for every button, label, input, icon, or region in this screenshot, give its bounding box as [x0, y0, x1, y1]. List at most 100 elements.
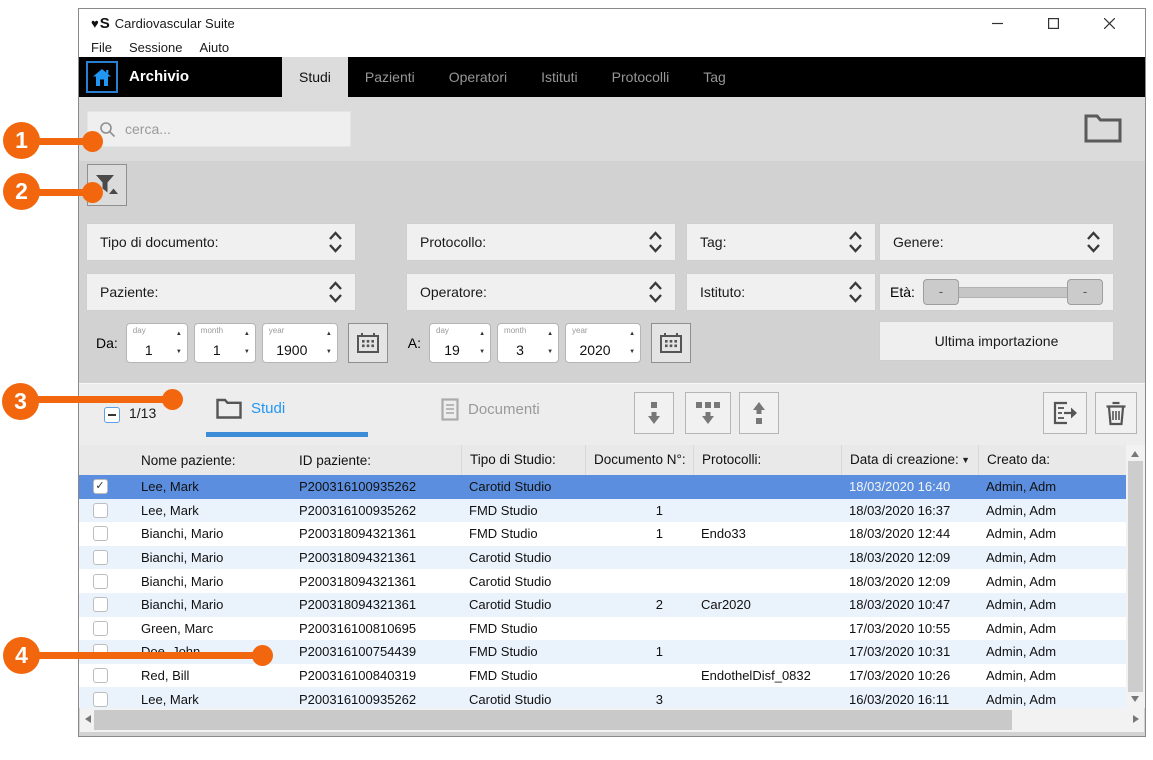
- horizontal-scrollbar[interactable]: [80, 708, 1144, 732]
- upload-button[interactable]: [739, 392, 779, 434]
- to-calendar-button[interactable]: [651, 323, 691, 363]
- download-all-button[interactable]: [685, 392, 731, 434]
- menu-file[interactable]: File: [91, 40, 112, 55]
- cell-creato-da: Admin, Adm: [978, 692, 1128, 707]
- spinner-arrows-icon[interactable]: ▲▼: [547, 331, 553, 355]
- tab-tag[interactable]: Tag: [686, 57, 743, 97]
- tab-istituti[interactable]: Istituti: [524, 57, 595, 97]
- tab-protocolli[interactable]: Protocolli: [595, 57, 687, 97]
- close-button[interactable]: [1081, 9, 1137, 37]
- col-data-di-creazione[interactable]: Data di creazione: ▼: [841, 445, 978, 475]
- to-month-spinner[interactable]: month 3 ▲▼: [497, 323, 559, 363]
- to-day-spinner[interactable]: day 19 ▲▼: [429, 323, 491, 363]
- last-import-button[interactable]: Ultima importazione: [879, 321, 1114, 361]
- filter-genere[interactable]: Genere:: [879, 223, 1114, 261]
- scroll-down-icon[interactable]: [1131, 696, 1139, 702]
- tab-studi-list[interactable]: Studi: [216, 398, 285, 419]
- spinner-arrows-icon[interactable]: ▲▼: [629, 331, 635, 355]
- table-row[interactable]: Lee, Mark P200316100935262 Carotid Studi…: [79, 687, 1128, 708]
- table-row[interactable]: Green, Marc P200316100810695 FMD Studio …: [79, 617, 1128, 641]
- age-max-handle[interactable]: -: [1067, 279, 1103, 305]
- from-day-spinner[interactable]: day 1 ▲▼: [126, 323, 188, 363]
- vertical-scrollbar[interactable]: [1126, 445, 1145, 708]
- row-checkbox[interactable]: [93, 692, 108, 707]
- cell-documento-n: 2: [585, 597, 693, 612]
- cell-protocolli: Endo33: [693, 526, 841, 541]
- col-creato-da[interactable]: Creato da:: [978, 445, 1128, 475]
- table-row[interactable]: Red, Bill P200316100840319 FMD Studio En…: [79, 664, 1128, 688]
- vertical-scroll-thumb[interactable]: [1128, 461, 1143, 692]
- menu-sessione[interactable]: Sessione: [129, 40, 182, 55]
- tab-operatori[interactable]: Operatori: [432, 57, 524, 97]
- callout-4-dot: [252, 645, 273, 666]
- age-slider-track[interactable]: [956, 287, 1070, 298]
- table-row[interactable]: ✓ Lee, Mark P200316100935262 Carotid Stu…: [79, 475, 1128, 499]
- from-year-spinner[interactable]: year 1900 ▲▼: [262, 323, 338, 363]
- scroll-up-icon[interactable]: [1131, 451, 1139, 457]
- spinner-arrows-icon[interactable]: ▲▼: [176, 331, 182, 355]
- filter-protocollo[interactable]: Protocollo:: [406, 223, 676, 261]
- minimize-button[interactable]: [969, 9, 1025, 37]
- table-row[interactable]: Bianchi, Mario P200318094321361 FMD Stud…: [79, 522, 1128, 546]
- row-checkbox[interactable]: [93, 597, 108, 612]
- search-band: [79, 97, 1145, 161]
- chevron-up-down-icon: [848, 281, 863, 303]
- chevron-up-down-icon: [1086, 231, 1101, 253]
- tab-pazienti[interactable]: Pazienti: [348, 57, 432, 97]
- row-checkbox[interactable]: [93, 526, 108, 541]
- row-checkbox[interactable]: [93, 574, 108, 589]
- filter-operatore[interactable]: Operatore:: [406, 273, 676, 311]
- maximize-button[interactable]: [1025, 9, 1081, 37]
- col-documento-n[interactable]: Documento N°:: [585, 445, 693, 475]
- spinner-arrows-icon[interactable]: ▲▼: [326, 331, 332, 355]
- folder-icon: [1084, 113, 1122, 144]
- search-box[interactable]: [87, 111, 351, 147]
- archive-folder-button[interactable]: [1083, 111, 1123, 145]
- cell-tipo-di-studio: FMD Studio: [461, 644, 585, 659]
- row-checkbox[interactable]: [93, 621, 108, 636]
- row-checkbox-cell: [79, 574, 121, 589]
- cell-data-di-creazione: 17/03/2020 10:31: [841, 644, 978, 659]
- cell-documento-n: 3: [585, 692, 693, 707]
- age-min-handle[interactable]: -: [923, 279, 959, 305]
- filter-label: Paziente:: [100, 284, 158, 300]
- col-nome-paziente[interactable]: Nome paziente:: [121, 453, 291, 468]
- export-button[interactable]: [1043, 392, 1087, 434]
- table-row[interactable]: Bianchi, Mario P200318094321361 Carotid …: [79, 546, 1128, 570]
- select-all-checkbox[interactable]: [104, 407, 120, 423]
- table-row[interactable]: Bianchi, Mario P200318094321361 Carotid …: [79, 569, 1128, 593]
- row-checkbox[interactable]: [93, 550, 108, 565]
- horizontal-scroll-thumb[interactable]: [94, 710, 1012, 730]
- from-calendar-button[interactable]: [348, 323, 388, 363]
- tab-documenti-list[interactable]: Documenti: [441, 398, 540, 421]
- from-month-spinner[interactable]: month 1 ▲▼: [194, 323, 256, 363]
- col-id-paziente[interactable]: ID paziente:: [291, 453, 461, 468]
- scroll-right-icon[interactable]: [1133, 715, 1139, 723]
- scroll-left-icon[interactable]: [85, 715, 91, 723]
- search-input[interactable]: [125, 121, 305, 137]
- table-row[interactable]: Lee, Mark P200316100935262 FMD Studio 1 …: [79, 499, 1128, 523]
- menu-aiuto[interactable]: Aiuto: [199, 40, 229, 55]
- table-row[interactable]: Bianchi, Mario P200318094321361 Carotid …: [79, 593, 1128, 617]
- download-selected-button[interactable]: [634, 392, 674, 434]
- filter-paziente[interactable]: Paziente:: [86, 273, 356, 311]
- tab-studi[interactable]: Studi: [282, 57, 348, 97]
- to-year-spinner[interactable]: year 2020 ▲▼: [565, 323, 641, 363]
- spinner-arrows-icon[interactable]: ▲▼: [479, 331, 485, 355]
- row-checkbox[interactable]: ✓: [93, 479, 108, 494]
- col-protocolli[interactable]: Protocolli:: [693, 445, 841, 475]
- age-range-slider: - -: [923, 279, 1103, 305]
- col-tipo-di-studio[interactable]: Tipo di Studio:: [461, 445, 585, 475]
- spinner-arrows-icon[interactable]: ▲▼: [244, 331, 250, 355]
- filter-eta: Età: - -: [879, 273, 1114, 311]
- filter-tipo-di-documento[interactable]: Tipo di documento:: [86, 223, 356, 261]
- cell-nome-paziente: Green, Marc: [121, 621, 291, 636]
- filter-istituto[interactable]: Istituto:: [686, 273, 876, 311]
- home-button[interactable]: [86, 61, 118, 93]
- row-checkbox[interactable]: [93, 668, 108, 683]
- row-checkbox[interactable]: [93, 503, 108, 518]
- filter-tag[interactable]: Tag:: [686, 223, 876, 261]
- cell-id-paziente: P200318094321361: [291, 550, 461, 565]
- selection-counter: 1/13: [129, 405, 156, 421]
- delete-button[interactable]: [1095, 392, 1137, 434]
